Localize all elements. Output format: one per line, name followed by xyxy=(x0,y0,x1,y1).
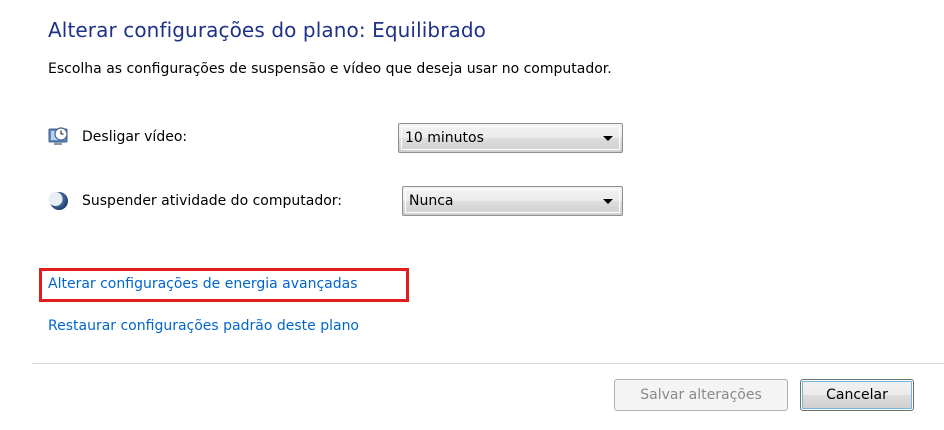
sleep-label: Suspender atividade do computador: xyxy=(82,193,342,209)
chevron-down-icon xyxy=(603,198,613,204)
moon-icon xyxy=(48,190,70,212)
sleep-selected-value: Nunca xyxy=(409,193,454,209)
advanced-power-settings-link[interactable]: Alterar configurações de energia avançad… xyxy=(48,276,358,292)
display-off-selected-value: 10 minutos xyxy=(405,130,484,146)
display-off-dropdown[interactable]: 10 minutos xyxy=(398,123,623,153)
save-changes-button[interactable]: Salvar alterações xyxy=(614,379,788,411)
sleep-row: Suspender atividade do computador: xyxy=(48,185,342,217)
page-subtitle: Escolha as configurações de suspensão e … xyxy=(48,61,612,77)
chevron-down-icon xyxy=(603,135,613,141)
cancel-button[interactable]: Cancelar xyxy=(800,379,914,411)
restore-defaults-link[interactable]: Restaurar configurações padrão deste pla… xyxy=(48,318,359,334)
monitor-clock-icon xyxy=(48,126,70,148)
page-title: Alterar configurações do plano: Equilibr… xyxy=(48,18,487,42)
footer-separator xyxy=(32,363,944,364)
power-plan-settings-page: Alterar configurações do plano: Equilibr… xyxy=(0,0,944,430)
sleep-dropdown[interactable]: Nunca xyxy=(402,186,623,216)
display-off-label: Desligar vídeo: xyxy=(82,129,188,145)
display-off-row: Desligar vídeo: xyxy=(48,121,187,153)
